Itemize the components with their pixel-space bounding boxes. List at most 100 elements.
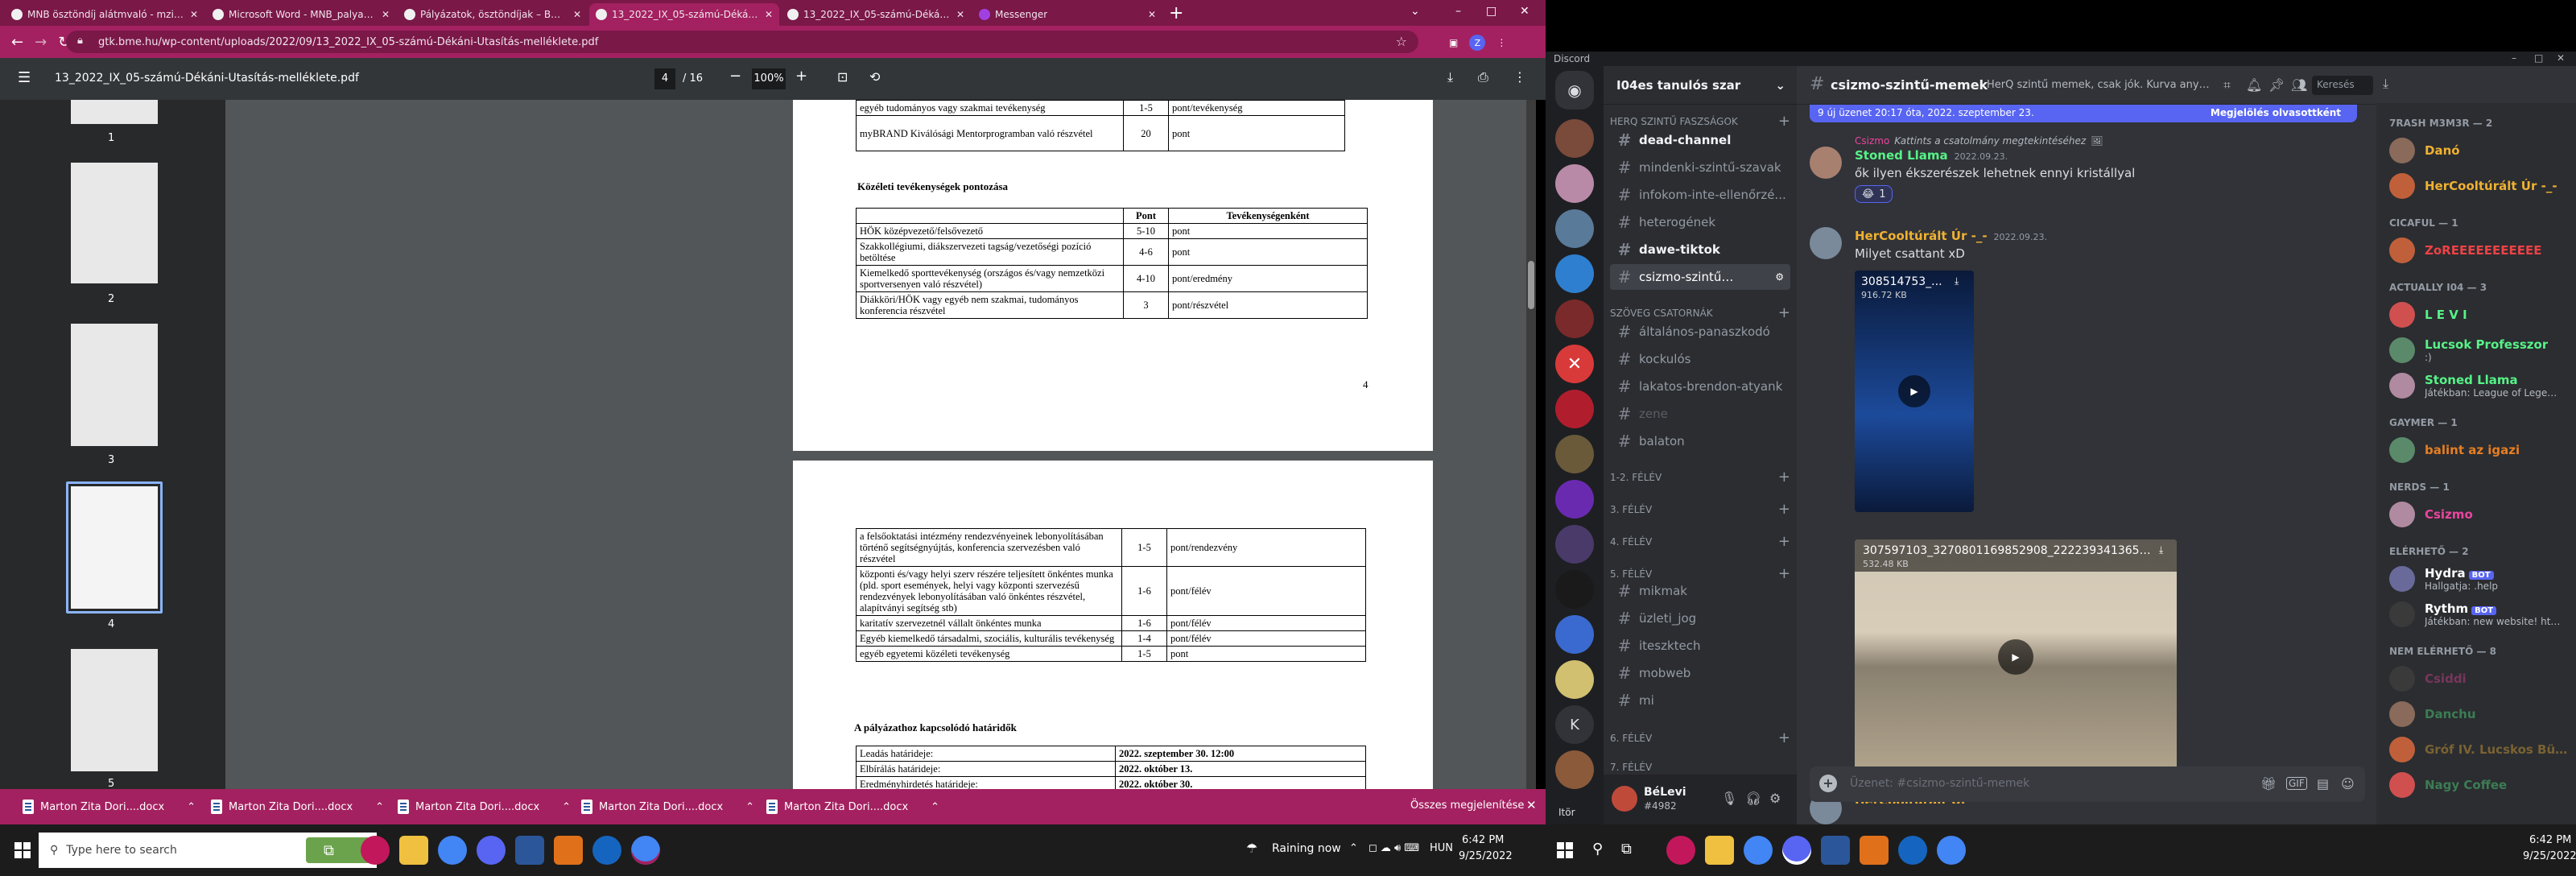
chevron-up-icon[interactable]: ⌃ bbox=[187, 801, 196, 813]
tab-microsoft-word[interactable]: Microsoft Word - MNB_palyazat... ✕ bbox=[206, 3, 396, 26]
back-arrow-icon[interactable]: ← bbox=[11, 34, 23, 51]
thumbnail-page-2[interactable] bbox=[71, 163, 158, 283]
folder-label[interactable]: Itör bbox=[1558, 807, 1575, 818]
server-icon[interactable] bbox=[1555, 750, 1594, 789]
tab-mnb-osztondij[interactable]: MNB ösztöndíj alátmvaló - mzit... ✕ bbox=[5, 3, 204, 26]
member-item[interactable]: Danó bbox=[2383, 134, 2570, 167]
chevron-up-icon[interactable]: ⌃ bbox=[562, 801, 571, 813]
add-channel-icon[interactable]: + bbox=[1778, 469, 1790, 486]
member-item[interactable]: Csizmo bbox=[2383, 498, 2570, 531]
category-6-felev[interactable]: 6. FÉLÉV + bbox=[1610, 729, 1790, 746]
chevron-up-icon[interactable]: ⌃ bbox=[931, 801, 939, 813]
add-channel-icon[interactable]: + bbox=[1778, 533, 1790, 550]
member-item[interactable]: HerCooltúrált Úr -_- bbox=[2383, 169, 2570, 203]
channel-infokom[interactable]: # infokom-inte-ellenőrzé... bbox=[1610, 182, 1790, 208]
server-icon[interactable] bbox=[1555, 660, 1594, 699]
thumbnail-page-1[interactable] bbox=[71, 100, 158, 124]
pdf-menu-icon[interactable]: ☰ bbox=[18, 69, 31, 86]
maximize-button[interactable]: □ bbox=[2534, 52, 2543, 64]
sticker-icon[interactable]: ▤ bbox=[2317, 776, 2329, 791]
channel-mikmak[interactable]: # mikmak bbox=[1610, 578, 1790, 604]
download-icon[interactable]: ⤓ bbox=[1955, 275, 1959, 287]
member-item[interactable]: Stoned Llama Játékban: League of Legends bbox=[2383, 369, 2570, 403]
file-explorer-icon[interactable] bbox=[399, 836, 428, 865]
tab-close-icon[interactable]: ✕ bbox=[190, 9, 198, 20]
maximize-button[interactable]: □ bbox=[1486, 5, 1496, 18]
tab-close-icon[interactable]: ✕ bbox=[1148, 9, 1156, 20]
new-messages-banner[interactable]: 9 új üzenet 20:17 óta, 2022. szeptember … bbox=[1810, 105, 2357, 122]
category-3-felev[interactable]: 3. FÉLÉV + bbox=[1610, 501, 1790, 518]
download-item[interactable]: Marton Zita Dori....docx ⌃ bbox=[398, 797, 571, 816]
pin-icon[interactable]: 📌︎ bbox=[2268, 77, 2285, 93]
avatar[interactable] bbox=[1810, 147, 1842, 179]
channel-balaton[interactable]: # balaton bbox=[1610, 428, 1790, 454]
input-language[interactable]: HUN bbox=[1430, 842, 1453, 854]
gift-icon[interactable]: 🎁︎ bbox=[2260, 776, 2277, 791]
message-composer[interactable]: + Üzenet: #csizmo-szintű-memek 🎁︎ GIF ▤ … bbox=[1810, 766, 2365, 802]
channel-topic[interactable]: HerQ szintű memek, csak jók. Kurva anyád… bbox=[1987, 79, 2215, 91]
zoom-level[interactable]: 100% bbox=[752, 68, 786, 89]
app-icon[interactable] bbox=[1860, 836, 1889, 865]
channel-uzleti-jog[interactable]: # üzleti_jog bbox=[1610, 605, 1790, 631]
tab-close-icon[interactable]: ✕ bbox=[382, 9, 390, 20]
discord-icon[interactable] bbox=[477, 836, 506, 865]
new-tab-button[interactable]: + bbox=[1169, 3, 1183, 23]
tray-chevron-icon[interactable]: ⌃ bbox=[1349, 842, 1358, 854]
message-author[interactable]: Stoned Llama bbox=[1855, 148, 1948, 163]
member-item[interactable]: Gróf IV. Lucskos Bütyök bbox=[2383, 733, 2570, 766]
server-icon[interactable] bbox=[1555, 119, 1594, 158]
server-icon[interactable] bbox=[1555, 615, 1594, 654]
windows-start-icon[interactable] bbox=[14, 842, 31, 858]
chrome-icon[interactable] bbox=[438, 836, 467, 865]
chrome-icon-2[interactable] bbox=[1937, 836, 1966, 865]
notification-bell-icon[interactable]: 🔔︎ bbox=[2246, 77, 2262, 93]
download-item[interactable]: Marton Zita Dori....docx ⌃ bbox=[766, 797, 939, 816]
tab-close-icon[interactable]: ✕ bbox=[573, 9, 581, 20]
channel-iteszktech[interactable]: # iteszktech bbox=[1610, 633, 1790, 659]
inbox-icon[interactable]: ⤓ bbox=[2383, 76, 2388, 92]
windows-start-icon[interactable] bbox=[1557, 842, 1573, 858]
file-explorer-icon[interactable] bbox=[1705, 836, 1734, 865]
member-item[interactable]: RythmBOTJátékban: new website! https:/..… bbox=[2383, 597, 2570, 631]
zoom-in-button[interactable]: + bbox=[795, 68, 807, 85]
minimize-button[interactable]: – bbox=[1455, 5, 1461, 18]
server-icon[interactable] bbox=[1555, 390, 1594, 428]
chrome-active-icon[interactable] bbox=[631, 836, 660, 865]
channel-altalanos[interactable]: # általános-panaszkodó bbox=[1610, 319, 1790, 345]
server-icon-k[interactable]: K bbox=[1555, 705, 1594, 744]
server-icon[interactable] bbox=[1555, 435, 1594, 473]
member-item[interactable]: ZoREEEEEEEEEEE bbox=[2383, 233, 2570, 267]
profile-avatar[interactable]: Z bbox=[1469, 35, 1486, 51]
tab-palyazatok[interactable]: Pályázatok, ösztöndíjak – BME G... ✕ bbox=[398, 3, 588, 26]
video-attachment[interactable]: 308514753_... 916.72 KB ⤓ ▶ bbox=[1855, 271, 1974, 512]
member-item[interactable]: Nagy Coffee bbox=[2383, 768, 2570, 802]
member-item[interactable]: Lucsok Professzor:) bbox=[2383, 333, 2570, 367]
thumbnail-page-3[interactable] bbox=[71, 324, 158, 446]
download-item[interactable]: Marton Zita Dori....docx ⌃ bbox=[23, 797, 196, 816]
fit-page-icon[interactable]: ⊡ bbox=[837, 69, 848, 85]
tab-close-icon[interactable]: ✕ bbox=[765, 9, 773, 20]
minimize-button[interactable]: – bbox=[2512, 52, 2516, 64]
threads-icon[interactable]: ⌗ bbox=[2223, 77, 2231, 93]
reply-context[interactable]: Csizmo Kattints a csatolmány megtekintés… bbox=[1855, 135, 2103, 147]
clock-date[interactable]: 9/25/2022 bbox=[1459, 850, 1513, 862]
clock-date[interactable]: 9/25/2022 bbox=[2523, 850, 2576, 862]
member-item[interactable]: Csiddi bbox=[2383, 662, 2570, 696]
clock-time[interactable]: 6:42 PM bbox=[2529, 834, 2571, 846]
download-icon[interactable]: ⤓ bbox=[2159, 544, 2163, 556]
task-view-icon[interactable]: ⧉ bbox=[1621, 841, 1632, 857]
address-bar[interactable]: 🔒︎ gtk.bme.hu/wp-content/uploads/2022/09… bbox=[66, 31, 1418, 53]
chrome-menu-icon[interactable]: ⋮ bbox=[1496, 37, 1506, 48]
opera-gx-icon[interactable] bbox=[1666, 836, 1695, 865]
tab-pdf-active[interactable]: 13_2022_IX_05-számú-Dékáni-U... ✕ bbox=[589, 3, 779, 26]
search-icon[interactable]: ⚲ bbox=[1592, 841, 1603, 857]
chevron-up-icon[interactable]: ⌃ bbox=[745, 801, 754, 813]
channel-zene[interactable]: # zene bbox=[1610, 401, 1790, 427]
app-icon-2[interactable] bbox=[1898, 836, 1927, 865]
server-icon[interactable] bbox=[1555, 300, 1594, 338]
message-author[interactable]: HerCooltúrált Úr -_- bbox=[1855, 229, 1988, 243]
member-item[interactable]: balint az igazi bbox=[2383, 433, 2570, 467]
bookmark-star-icon[interactable]: ☆ bbox=[1396, 34, 1407, 49]
play-icon[interactable]: ▶ bbox=[1998, 639, 2033, 675]
channel-dead-channel[interactable]: # dead-channel bbox=[1610, 127, 1790, 153]
